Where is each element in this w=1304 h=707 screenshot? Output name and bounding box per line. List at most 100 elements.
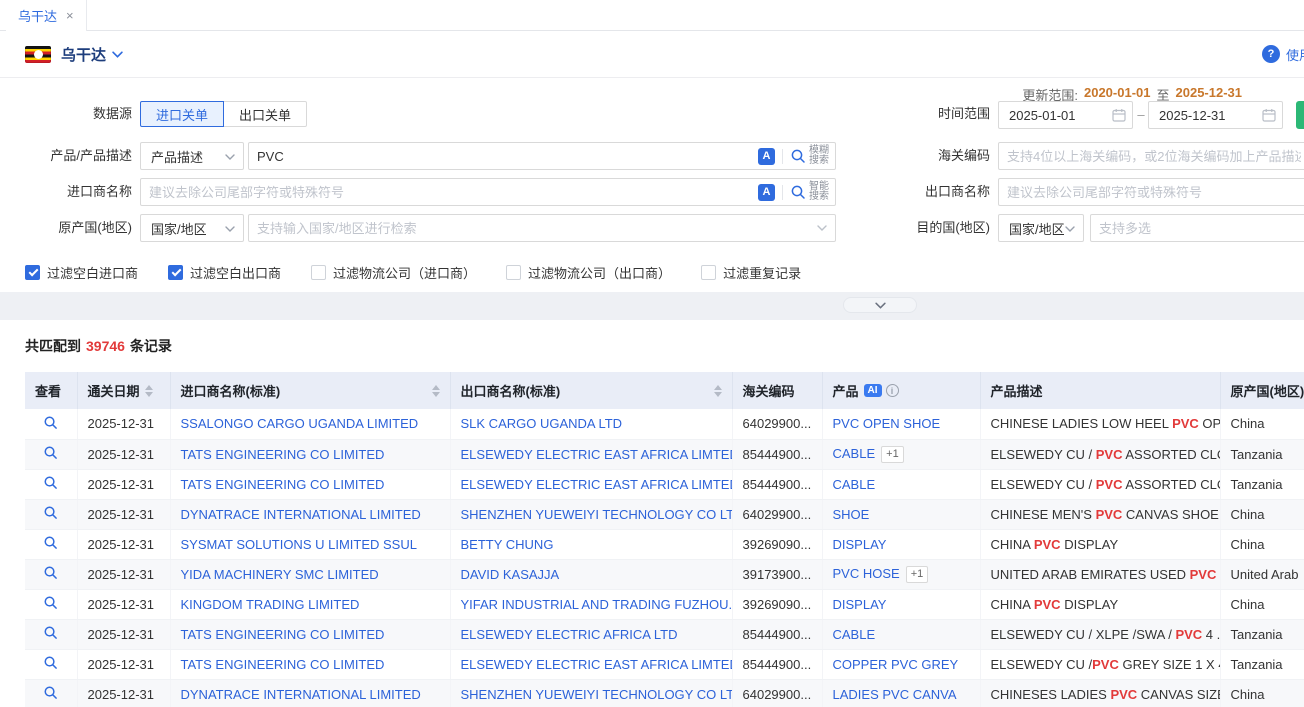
sort-desc-icon[interactable] bbox=[714, 392, 722, 397]
exporter-link[interactable]: ELSEWEDY ELECTRIC AFRICA LTD bbox=[461, 627, 678, 642]
importer-link[interactable]: TATS ENGINEERING CO LIMITED bbox=[181, 657, 385, 672]
desc-text: ELSEWEDY CU / bbox=[991, 447, 1096, 462]
view-record-icon[interactable] bbox=[43, 475, 58, 493]
view-record-icon[interactable] bbox=[43, 535, 58, 553]
view-record-icon[interactable] bbox=[43, 415, 58, 433]
exporter-link[interactable]: DAVID KASAJJA bbox=[461, 567, 560, 582]
exporter-name-input[interactable] bbox=[998, 178, 1304, 206]
hs-code-cell: 85444900... bbox=[732, 469, 822, 499]
desc-text: ... bbox=[1216, 567, 1220, 582]
importer-link[interactable]: TATS ENGINEERING CO LIMITED bbox=[181, 627, 385, 642]
importer-link[interactable]: YIDA MACHINERY SMC LIMITED bbox=[181, 567, 379, 582]
sort-asc-icon[interactable] bbox=[145, 385, 153, 390]
translate-icon[interactable]: A bbox=[758, 184, 775, 201]
tab-export-declarations[interactable]: 出口关单 bbox=[223, 101, 307, 127]
exporter-link[interactable]: ELSEWEDY ELECTRIC EAST AFRICA LIMTED bbox=[461, 477, 733, 492]
sort-asc-icon[interactable] bbox=[432, 385, 440, 390]
product-link[interactable]: CABLE bbox=[833, 627, 876, 642]
product-description-cell: ELSEWEDY CU /PVC GREY SIZE 1 X 4... bbox=[980, 649, 1220, 679]
filter-checkbox[interactable]: 过滤物流公司（进口商） bbox=[311, 263, 476, 282]
product-field-select[interactable]: 产品描述 bbox=[140, 142, 244, 170]
checkbox-icon[interactable] bbox=[701, 265, 716, 280]
view-record-icon[interactable] bbox=[43, 685, 58, 703]
product-link[interactable]: LADIES PVC CANVA bbox=[833, 687, 957, 702]
importer-name-field: A 智能 搜索 bbox=[140, 178, 836, 206]
product-more-badge[interactable]: +1 bbox=[881, 446, 904, 463]
calendar-icon[interactable] bbox=[1112, 108, 1126, 122]
translate-icon[interactable]: A bbox=[758, 148, 775, 165]
smart-search-button[interactable]: 智能 搜索 bbox=[790, 182, 829, 202]
filter-checkbox[interactable]: 过滤空白出口商 bbox=[168, 263, 281, 282]
sort-icons[interactable] bbox=[145, 385, 153, 397]
product-link[interactable]: CABLE bbox=[833, 477, 876, 492]
view-record-icon[interactable] bbox=[43, 565, 58, 583]
tab-import-declarations[interactable]: 进口关单 bbox=[140, 101, 224, 127]
exporter-link[interactable]: YIFAR INDUSTRIAL AND TRADING FUZHOU... bbox=[461, 597, 733, 612]
product-link[interactable]: CABLE bbox=[833, 446, 876, 461]
importer-link[interactable]: DYNATRACE INTERNATIONAL LIMITED bbox=[181, 687, 421, 702]
product-search-input[interactable] bbox=[248, 142, 836, 170]
desc-highlight: PVC bbox=[1172, 416, 1199, 431]
exporter-link[interactable]: SHENZHEN YUEWEIYI TECHNOLOGY CO LTD bbox=[461, 507, 733, 522]
product-link[interactable]: COPPER PVC GREY bbox=[833, 657, 959, 672]
view-record-icon[interactable] bbox=[43, 505, 58, 523]
importer-name-input[interactable] bbox=[140, 178, 836, 206]
importer-link[interactable]: SSALONGO CARGO UGANDA LIMITED bbox=[181, 416, 419, 431]
product-link[interactable]: PVC OPEN SHOE bbox=[833, 416, 941, 431]
filter-checkbox[interactable]: 过滤重复记录 bbox=[701, 263, 801, 282]
sort-icons[interactable] bbox=[432, 385, 440, 397]
sort-desc-icon[interactable] bbox=[145, 392, 153, 397]
sort-icons[interactable] bbox=[714, 385, 722, 397]
importer-link[interactable]: TATS ENGINEERING CO LIMITED bbox=[181, 447, 385, 462]
importer-link[interactable]: DYNATRACE INTERNATIONAL LIMITED bbox=[181, 507, 421, 522]
importer-link[interactable]: SYSMAT SOLUTIONS U LIMITED SSUL bbox=[181, 537, 417, 552]
view-record-icon[interactable] bbox=[43, 445, 58, 463]
fuzzy-search-button[interactable]: 模糊 搜索 bbox=[790, 146, 829, 166]
importer-link[interactable]: TATS ENGINEERING CO LIMITED bbox=[181, 477, 385, 492]
exporter-link[interactable]: ELSEWEDY ELECTRIC EAST AFRICA LIMTED bbox=[461, 447, 733, 462]
info-icon[interactable]: i bbox=[886, 384, 899, 397]
chevron-down-icon[interactable] bbox=[817, 225, 827, 231]
calendar-icon[interactable] bbox=[1262, 108, 1276, 122]
product-link[interactable]: SHOE bbox=[833, 507, 870, 522]
checkbox-icon[interactable] bbox=[25, 265, 40, 280]
checkbox-icon[interactable] bbox=[311, 265, 326, 280]
collapse-filter-button[interactable] bbox=[843, 297, 917, 313]
origin-country-select[interactable]: 国家/地区 bbox=[140, 214, 244, 242]
exporter-link[interactable]: BETTY CHUNG bbox=[461, 537, 554, 552]
view-record-icon[interactable] bbox=[43, 625, 58, 643]
help-icon[interactable]: ? bbox=[1262, 45, 1280, 63]
search-button-partial[interactable] bbox=[1296, 101, 1304, 129]
origin-country-input[interactable] bbox=[248, 214, 836, 242]
col-header-importer[interactable]: 进口商名称(标准) bbox=[170, 372, 450, 409]
exporter-cell: SHENZHEN YUEWEIYI TECHNOLOGY CO LTD bbox=[450, 499, 732, 529]
product-link[interactable]: PVC HOSE bbox=[833, 566, 900, 581]
col-header-date[interactable]: 通关日期 bbox=[77, 372, 170, 409]
product-link[interactable]: DISPLAY bbox=[833, 597, 887, 612]
exporter-link[interactable]: ELSEWEDY ELECTRIC EAST AFRICA LIMTED bbox=[461, 657, 733, 672]
checkbox-icon[interactable] bbox=[168, 265, 183, 280]
sort-asc-icon[interactable] bbox=[714, 385, 722, 390]
view-record-icon[interactable] bbox=[43, 655, 58, 673]
filter-checkbox[interactable]: 过滤物流公司（出口商） bbox=[506, 263, 671, 282]
destination-country-select[interactable]: 国家/地区 bbox=[998, 214, 1084, 242]
origin-country-cell: Tanzania bbox=[1220, 619, 1304, 649]
col-header-label: 出口商名称(标准) bbox=[461, 381, 709, 400]
importer-link[interactable]: KINGDOM TRADING LIMITED bbox=[181, 597, 360, 612]
close-icon[interactable]: × bbox=[66, 9, 74, 22]
product-more-badge[interactable]: +1 bbox=[906, 566, 929, 583]
chevron-down-icon[interactable] bbox=[112, 51, 123, 58]
col-header-exporter[interactable]: 出口商名称(标准) bbox=[450, 372, 732, 409]
exporter-link[interactable]: SHENZHEN YUEWEIYI TECHNOLOGY CO LTD bbox=[461, 687, 733, 702]
product-link[interactable]: DISPLAY bbox=[833, 537, 887, 552]
view-record-icon[interactable] bbox=[43, 595, 58, 613]
checkbox-icon[interactable] bbox=[506, 265, 521, 280]
tab-uganda[interactable]: 乌干达 × bbox=[6, 0, 87, 31]
filter-checkbox[interactable]: 过滤空白进口商 bbox=[25, 263, 138, 282]
exporter-link[interactable]: SLK CARGO UGANDA LTD bbox=[461, 416, 623, 431]
sort-desc-icon[interactable] bbox=[432, 392, 440, 397]
hs-code-input[interactable] bbox=[998, 142, 1304, 170]
destination-country-input[interactable] bbox=[1090, 214, 1304, 242]
help-link[interactable]: ? 使用 bbox=[1262, 45, 1304, 64]
country-title[interactable]: 乌干达 bbox=[61, 44, 106, 65]
